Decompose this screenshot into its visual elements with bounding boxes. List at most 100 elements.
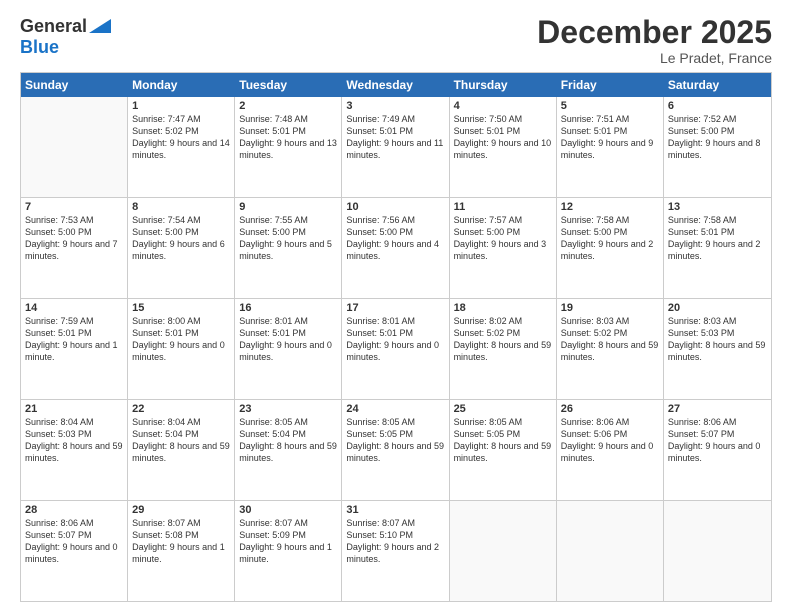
day-cell: 7Sunrise: 7:53 AM Sunset: 5:00 PM Daylig…	[21, 198, 128, 298]
day-info: Sunrise: 7:55 AM Sunset: 5:00 PM Dayligh…	[239, 214, 337, 263]
day-cell: 4Sunrise: 7:50 AM Sunset: 5:01 PM Daylig…	[450, 97, 557, 197]
day-cell: 9Sunrise: 7:55 AM Sunset: 5:00 PM Daylig…	[235, 198, 342, 298]
day-info: Sunrise: 8:05 AM Sunset: 5:05 PM Dayligh…	[346, 416, 444, 465]
logo: General Blue	[20, 16, 111, 58]
day-info: Sunrise: 7:53 AM Sunset: 5:00 PM Dayligh…	[25, 214, 123, 263]
day-number: 15	[132, 302, 230, 314]
day-number: 13	[668, 201, 767, 213]
day-number: 21	[25, 403, 123, 415]
day-cell	[664, 501, 771, 601]
day-info: Sunrise: 7:56 AM Sunset: 5:00 PM Dayligh…	[346, 214, 444, 263]
day-info: Sunrise: 8:03 AM Sunset: 5:02 PM Dayligh…	[561, 315, 659, 364]
day-cell: 18Sunrise: 8:02 AM Sunset: 5:02 PM Dayli…	[450, 299, 557, 399]
day-number: 20	[668, 302, 767, 314]
day-info: Sunrise: 7:51 AM Sunset: 5:01 PM Dayligh…	[561, 113, 659, 162]
day-number: 23	[239, 403, 337, 415]
day-number: 17	[346, 302, 444, 314]
day-cell: 8Sunrise: 7:54 AM Sunset: 5:00 PM Daylig…	[128, 198, 235, 298]
day-number: 5	[561, 100, 659, 112]
week-row: 21Sunrise: 8:04 AM Sunset: 5:03 PM Dayli…	[21, 400, 771, 501]
day-number: 14	[25, 302, 123, 314]
day-info: Sunrise: 7:50 AM Sunset: 5:01 PM Dayligh…	[454, 113, 552, 162]
day-cell: 24Sunrise: 8:05 AM Sunset: 5:05 PM Dayli…	[342, 400, 449, 500]
day-number: 8	[132, 201, 230, 213]
day-number: 9	[239, 201, 337, 213]
week-row: 14Sunrise: 7:59 AM Sunset: 5:01 PM Dayli…	[21, 299, 771, 400]
day-cell: 16Sunrise: 8:01 AM Sunset: 5:01 PM Dayli…	[235, 299, 342, 399]
day-cell: 20Sunrise: 8:03 AM Sunset: 5:03 PM Dayli…	[664, 299, 771, 399]
day-number: 31	[346, 504, 444, 516]
header-thursday: Thursday	[450, 73, 557, 97]
day-number: 28	[25, 504, 123, 516]
day-info: Sunrise: 8:07 AM Sunset: 5:09 PM Dayligh…	[239, 517, 337, 566]
weeks: 1Sunrise: 7:47 AM Sunset: 5:02 PM Daylig…	[21, 97, 771, 601]
day-cell: 10Sunrise: 7:56 AM Sunset: 5:00 PM Dayli…	[342, 198, 449, 298]
logo-icon	[89, 19, 111, 33]
logo-blue: Blue	[20, 37, 111, 58]
day-cell	[450, 501, 557, 601]
logo-general: General	[20, 16, 87, 37]
day-info: Sunrise: 8:01 AM Sunset: 5:01 PM Dayligh…	[239, 315, 337, 364]
day-cell: 14Sunrise: 7:59 AM Sunset: 5:01 PM Dayli…	[21, 299, 128, 399]
day-cell: 3Sunrise: 7:49 AM Sunset: 5:01 PM Daylig…	[342, 97, 449, 197]
week-row: 28Sunrise: 8:06 AM Sunset: 5:07 PM Dayli…	[21, 501, 771, 601]
day-cell: 21Sunrise: 8:04 AM Sunset: 5:03 PM Dayli…	[21, 400, 128, 500]
day-info: Sunrise: 8:04 AM Sunset: 5:04 PM Dayligh…	[132, 416, 230, 465]
day-cell: 15Sunrise: 8:00 AM Sunset: 5:01 PM Dayli…	[128, 299, 235, 399]
day-number: 3	[346, 100, 444, 112]
day-info: Sunrise: 8:06 AM Sunset: 5:07 PM Dayligh…	[25, 517, 123, 566]
day-number: 6	[668, 100, 767, 112]
day-number: 27	[668, 403, 767, 415]
day-info: Sunrise: 8:05 AM Sunset: 5:04 PM Dayligh…	[239, 416, 337, 465]
week-row: 7Sunrise: 7:53 AM Sunset: 5:00 PM Daylig…	[21, 198, 771, 299]
day-number: 25	[454, 403, 552, 415]
day-cell: 26Sunrise: 8:06 AM Sunset: 5:06 PM Dayli…	[557, 400, 664, 500]
day-info: Sunrise: 7:59 AM Sunset: 5:01 PM Dayligh…	[25, 315, 123, 364]
day-cell	[21, 97, 128, 197]
week-row: 1Sunrise: 7:47 AM Sunset: 5:02 PM Daylig…	[21, 97, 771, 198]
day-number: 1	[132, 100, 230, 112]
day-cell: 13Sunrise: 7:58 AM Sunset: 5:01 PM Dayli…	[664, 198, 771, 298]
day-info: Sunrise: 8:06 AM Sunset: 5:06 PM Dayligh…	[561, 416, 659, 465]
day-cell: 2Sunrise: 7:48 AM Sunset: 5:01 PM Daylig…	[235, 97, 342, 197]
day-cell: 29Sunrise: 8:07 AM Sunset: 5:08 PM Dayli…	[128, 501, 235, 601]
day-cell: 6Sunrise: 7:52 AM Sunset: 5:00 PM Daylig…	[664, 97, 771, 197]
day-cell: 19Sunrise: 8:03 AM Sunset: 5:02 PM Dayli…	[557, 299, 664, 399]
day-info: Sunrise: 8:06 AM Sunset: 5:07 PM Dayligh…	[668, 416, 767, 465]
day-number: 10	[346, 201, 444, 213]
day-cell	[557, 501, 664, 601]
header: General Blue December 2025 Le Pradet, Fr…	[20, 16, 772, 66]
day-info: Sunrise: 8:07 AM Sunset: 5:10 PM Dayligh…	[346, 517, 444, 566]
day-number: 24	[346, 403, 444, 415]
header-saturday: Saturday	[664, 73, 771, 97]
day-cell: 1Sunrise: 7:47 AM Sunset: 5:02 PM Daylig…	[128, 97, 235, 197]
header-sunday: Sunday	[21, 73, 128, 97]
day-number: 11	[454, 201, 552, 213]
day-info: Sunrise: 7:58 AM Sunset: 5:01 PM Dayligh…	[668, 214, 767, 263]
day-cell: 30Sunrise: 8:07 AM Sunset: 5:09 PM Dayli…	[235, 501, 342, 601]
day-info: Sunrise: 7:54 AM Sunset: 5:00 PM Dayligh…	[132, 214, 230, 263]
day-cell: 22Sunrise: 8:04 AM Sunset: 5:04 PM Dayli…	[128, 400, 235, 500]
day-info: Sunrise: 8:01 AM Sunset: 5:01 PM Dayligh…	[346, 315, 444, 364]
day-info: Sunrise: 8:00 AM Sunset: 5:01 PM Dayligh…	[132, 315, 230, 364]
day-number: 2	[239, 100, 337, 112]
title-section: December 2025 Le Pradet, France	[537, 16, 772, 66]
day-number: 18	[454, 302, 552, 314]
day-cell: 25Sunrise: 8:05 AM Sunset: 5:05 PM Dayli…	[450, 400, 557, 500]
day-cell: 11Sunrise: 7:57 AM Sunset: 5:00 PM Dayli…	[450, 198, 557, 298]
day-cell: 17Sunrise: 8:01 AM Sunset: 5:01 PM Dayli…	[342, 299, 449, 399]
day-info: Sunrise: 8:02 AM Sunset: 5:02 PM Dayligh…	[454, 315, 552, 364]
day-number: 12	[561, 201, 659, 213]
day-info: Sunrise: 7:57 AM Sunset: 5:00 PM Dayligh…	[454, 214, 552, 263]
header-wednesday: Wednesday	[342, 73, 449, 97]
day-info: Sunrise: 8:03 AM Sunset: 5:03 PM Dayligh…	[668, 315, 767, 364]
month-title: December 2025	[537, 16, 772, 48]
header-friday: Friday	[557, 73, 664, 97]
location: Le Pradet, France	[537, 50, 772, 66]
day-number: 19	[561, 302, 659, 314]
day-number: 4	[454, 100, 552, 112]
day-info: Sunrise: 7:47 AM Sunset: 5:02 PM Dayligh…	[132, 113, 230, 162]
day-info: Sunrise: 8:07 AM Sunset: 5:08 PM Dayligh…	[132, 517, 230, 566]
calendar: Sunday Monday Tuesday Wednesday Thursday…	[20, 72, 772, 602]
day-cell: 23Sunrise: 8:05 AM Sunset: 5:04 PM Dayli…	[235, 400, 342, 500]
